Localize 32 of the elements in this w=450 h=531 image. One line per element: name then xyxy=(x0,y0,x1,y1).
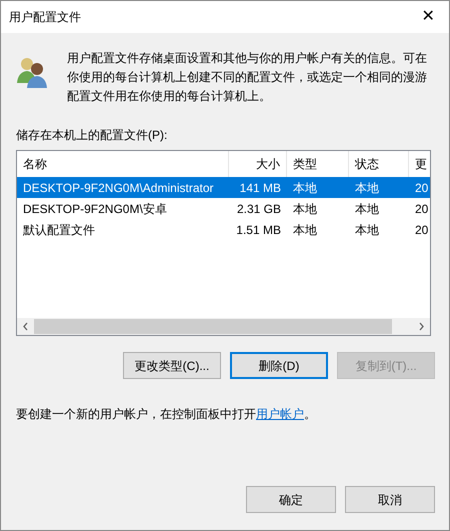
table-cell-text: 本地 xyxy=(354,222,380,238)
action-button[interactable]: 删除(D) xyxy=(230,352,328,379)
table-cell-text: 20 xyxy=(414,180,430,196)
table-cell-text: 本地 xyxy=(354,180,380,196)
table-cell-text: 本地 xyxy=(292,200,318,218)
table-cell-text: 20 xyxy=(414,200,430,218)
table-cell-text: 本地 xyxy=(292,180,318,196)
footer-text: 要创建一个新的用户帐户，在控制面板中打开 xyxy=(16,406,256,423)
table-cell-text: 本地 xyxy=(292,222,318,238)
footer-period: 。 xyxy=(304,406,316,423)
description-text: 用户配置文件存储桌面设置和其他与你的用户帐户有关的信息。可在你使用的每台计算机上创建不同的配置文件，或选定一个相同的漫游配置文件用在你使用的每台计算机上。 xyxy=(67,50,428,105)
dialog-button[interactable]: 确定 xyxy=(246,486,336,513)
table-cell-text: DESKTOP-9F2NG0M\安卓 xyxy=(22,200,168,218)
user-accounts-link[interactable]: 用户帐户 xyxy=(256,405,304,423)
table-cell-text: 20 xyxy=(414,222,430,238)
table-cell-text: 141 MB xyxy=(238,180,282,196)
table-cell-text: 本地 xyxy=(354,200,380,218)
profile-row[interactable]: 默认配置文件 1.51 MB 本地 本地 20 xyxy=(17,219,430,240)
window-title: 用户配置文件 xyxy=(9,9,81,26)
profile-row[interactable]: DESKTOP-9F2NG0M\安卓 2.31 GB 本地 本地 20 xyxy=(17,198,430,219)
table-cell-text: 默认配置文件 xyxy=(22,222,96,238)
list-label: 储存在本机上的配置文件(P): xyxy=(16,127,168,144)
action-button[interactable]: 更改类型(C)... xyxy=(123,352,221,379)
profile-row[interactable]: DESKTOP-9F2NG0M\Administrator 141 MB 本地 本地 20 xyxy=(17,177,430,198)
horizontal-scrollbar[interactable] xyxy=(17,318,430,335)
dialog-button[interactable]: 取消 xyxy=(345,486,435,513)
users-icon xyxy=(15,55,49,89)
table-cell-text: 2.31 GB xyxy=(236,200,282,218)
close-button[interactable]: ✕ xyxy=(413,4,443,30)
table-cell-text: 1.51 MB xyxy=(235,222,282,238)
scrollbar-thumb[interactable] xyxy=(34,319,392,334)
table-cell-text: DESKTOP-9F2NG0M\Administrator xyxy=(22,180,214,196)
